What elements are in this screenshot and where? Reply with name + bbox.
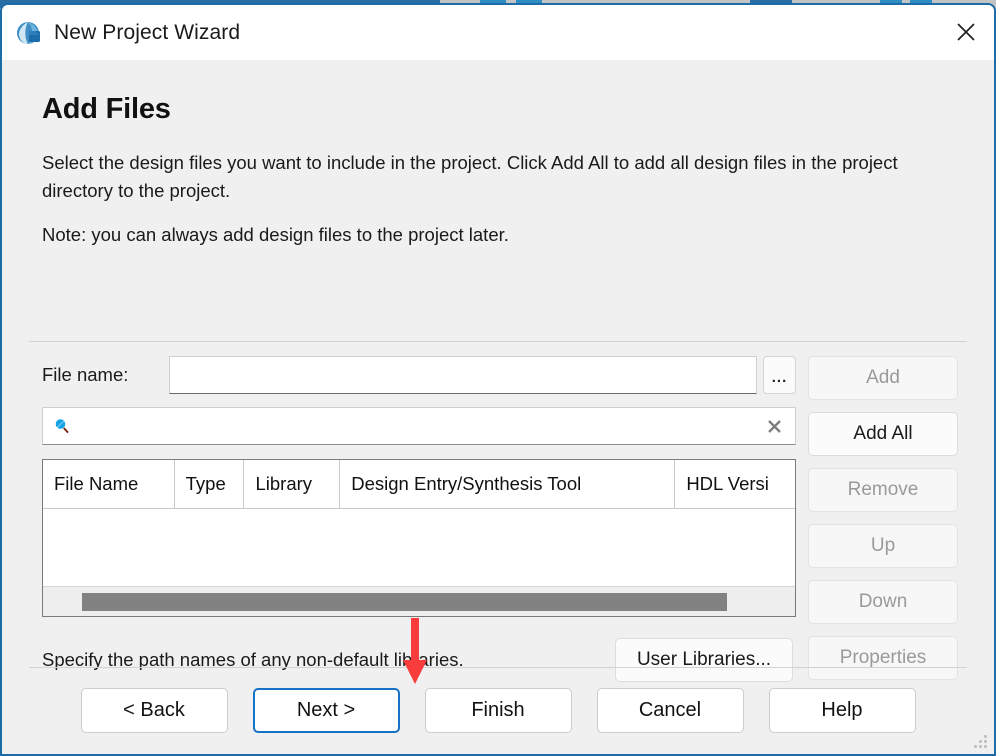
page-note: Note: you can always add design files to… [42, 224, 509, 245]
column-header-file-name[interactable]: File Name [43, 460, 175, 508]
next-button[interactable]: Next > [252, 688, 400, 733]
remove-button[interactable]: Remove [808, 468, 958, 512]
add-button[interactable]: Add [808, 356, 958, 400]
divider-top [29, 341, 967, 342]
horizontal-scrollbar-thumb[interactable] [82, 593, 727, 611]
file-name-input[interactable] [169, 356, 757, 394]
window-title: New Project Wizard [54, 20, 241, 44]
resize-grip-icon[interactable] [974, 735, 988, 749]
dialog-content: Add Files Select the design files you wa… [2, 60, 994, 682]
search-input[interactable] [71, 409, 759, 443]
dialog-footer: < Back Next > Finish Cancel Help [2, 667, 994, 754]
clear-icon[interactable] [759, 411, 789, 441]
back-button[interactable]: < Back [80, 688, 228, 733]
new-project-wizard-dialog: New Project Wizard Add Files Select the … [0, 3, 996, 756]
horizontal-scrollbar[interactable] [43, 586, 795, 616]
browse-button[interactable]: ... [763, 356, 796, 394]
globe-icon [14, 18, 44, 48]
files-table[interactable]: File Name Type Library Design Entry/Synt… [42, 459, 796, 617]
file-name-label: File name: [42, 364, 129, 385]
table-header-row: File Name Type Library Design Entry/Synt… [43, 460, 795, 509]
close-icon[interactable] [938, 5, 994, 59]
column-header-type[interactable]: Type [175, 460, 245, 508]
column-header-library[interactable]: Library [244, 460, 341, 508]
ellipsis-icon: ... [771, 369, 788, 386]
help-button[interactable]: Help [768, 688, 916, 733]
page-description: Select the design files you want to incl… [42, 152, 898, 201]
search-box [42, 407, 796, 445]
finish-button[interactable]: Finish [424, 688, 572, 733]
table-body [43, 509, 795, 587]
search-icon [53, 417, 71, 435]
title-bar: New Project Wizard [2, 5, 994, 60]
down-button[interactable]: Down [808, 580, 958, 624]
column-header-hdl-version[interactable]: HDL Versi [675, 460, 795, 508]
page-title: Add Files [42, 93, 171, 125]
cancel-button[interactable]: Cancel [596, 688, 744, 733]
column-header-design-entry-synthesis-tool[interactable]: Design Entry/Synthesis Tool [340, 460, 676, 508]
add-all-button[interactable]: Add All [808, 412, 958, 456]
up-button[interactable]: Up [808, 524, 958, 568]
